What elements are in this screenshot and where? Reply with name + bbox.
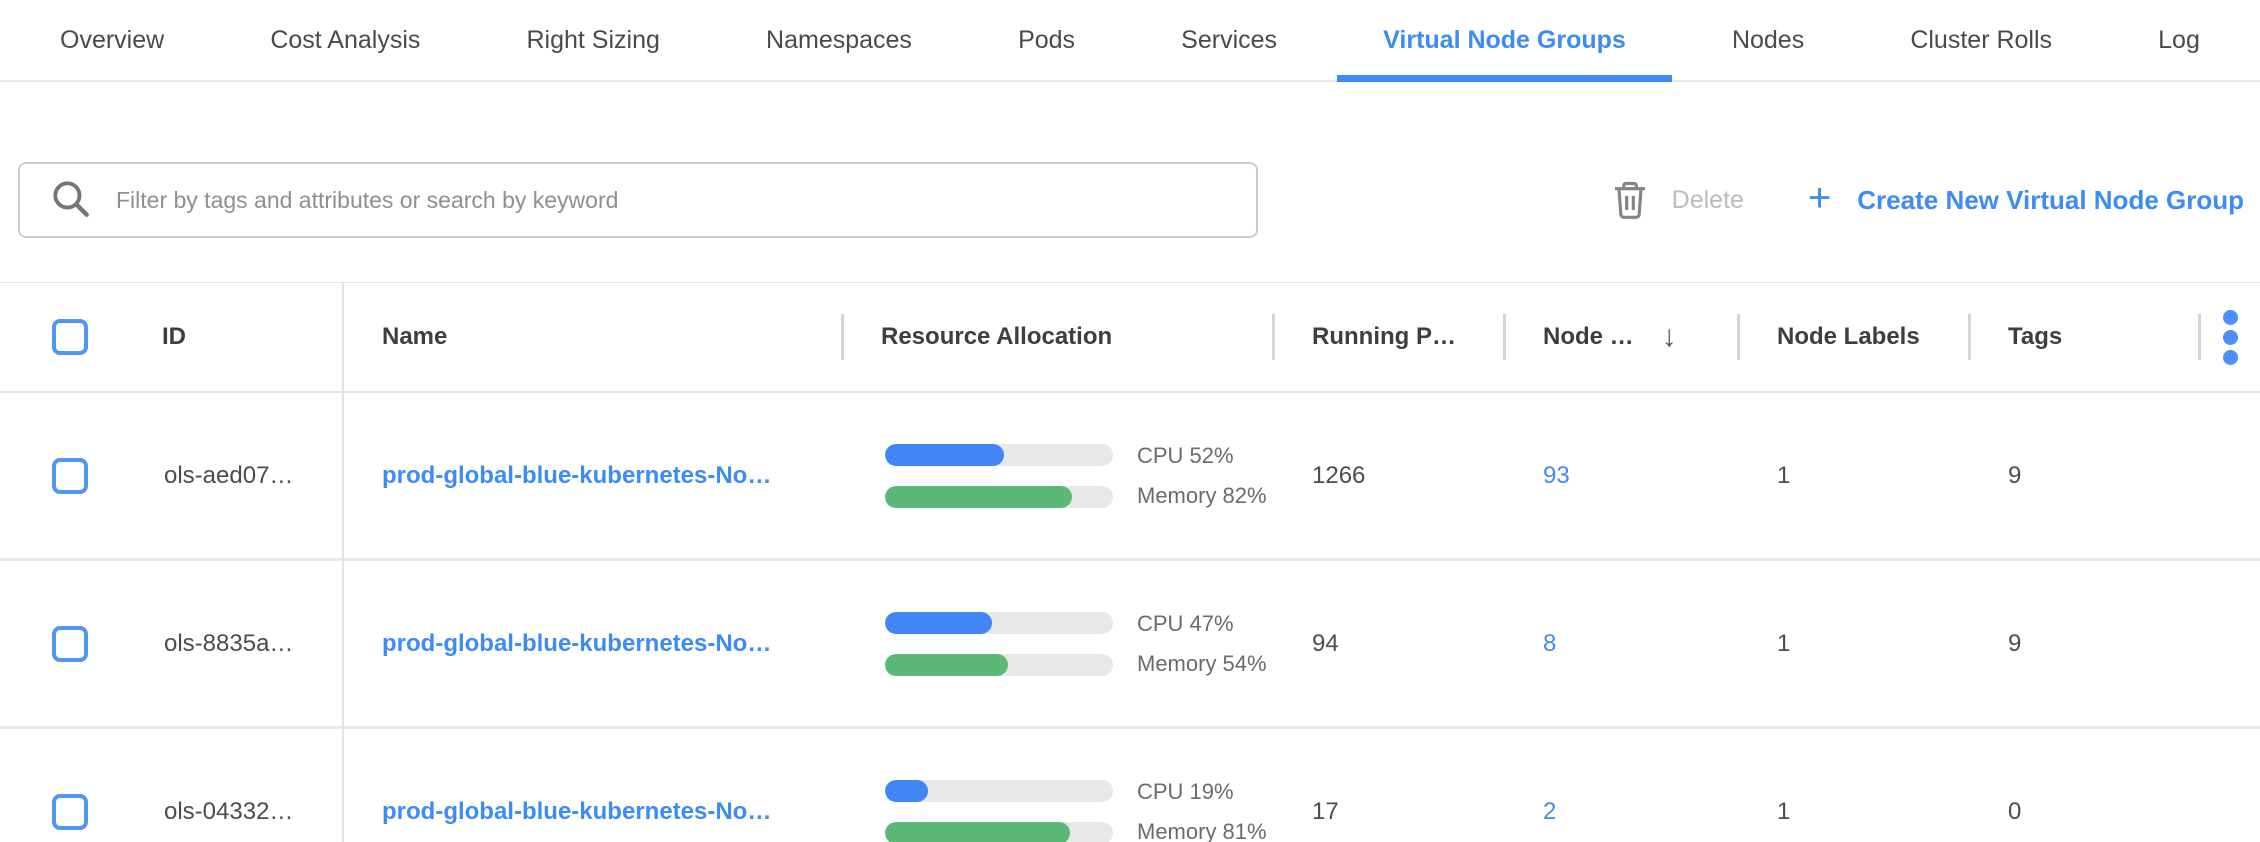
row-name-link[interactable]: prod-global-blue-kubernetes-No…	[382, 462, 771, 489]
tab-cluster-rolls[interactable]: Cluster Rolls	[1864, 0, 2098, 80]
running-pods-value: 17	[1312, 798, 1339, 825]
toolbar: Delete + Create New Virtual Node Group	[0, 162, 2260, 238]
cpu-bar-fill	[885, 444, 1004, 466]
select-all-checkbox[interactable]	[52, 319, 88, 355]
tab-cost-analysis[interactable]: Cost Analysis	[224, 0, 466, 80]
delete-button[interactable]: Delete	[1610, 178, 1744, 222]
row-name-link[interactable]: prod-global-blue-kubernetes-No…	[382, 798, 771, 825]
cpu-bar-track	[885, 780, 1113, 802]
resource-allocation-cell: CPU 19% Memory 81%	[843, 780, 1274, 842]
header-checkbox-cell	[0, 283, 110, 391]
delete-label: Delete	[1672, 186, 1744, 215]
header-name[interactable]: Name	[342, 283, 843, 391]
running-pods-value: 94	[1312, 630, 1339, 657]
header-running-pods[interactable]: Running P…	[1274, 283, 1505, 391]
tab-services[interactable]: Services	[1135, 0, 1323, 80]
header-menu-cell	[2200, 283, 2260, 391]
header-id[interactable]: ID	[110, 283, 342, 391]
cpu-label: CPU 47%	[1137, 613, 1267, 635]
memory-label: Memory 82%	[1137, 485, 1267, 507]
row-checkbox[interactable]	[52, 626, 88, 662]
resource-allocation-cell: CPU 47% Memory 54%	[843, 612, 1274, 676]
create-label: Create New Virtual Node Group	[1857, 185, 2244, 216]
filter-input[interactable]	[18, 162, 1258, 238]
resource-allocation-cell: CPU 52% Memory 82%	[843, 444, 1274, 508]
tab-namespaces[interactable]: Namespaces	[720, 0, 958, 80]
tags-value: 9	[2008, 462, 2021, 489]
table-body: ols-aed07… prod-global-blue-kubernetes-N…	[0, 393, 2260, 842]
running-pods-value: 1266	[1312, 462, 1365, 489]
virtual-node-groups-page: OverviewCost AnalysisRight SizingNamespa…	[0, 0, 2260, 842]
virtual-node-groups-table: ID Name Resource Allocation Running P… N…	[0, 282, 2260, 842]
memory-bar-track	[885, 486, 1113, 508]
filter-search-box	[18, 162, 1258, 238]
header-node-labels[interactable]: Node Labels	[1739, 283, 1970, 391]
column-settings-kebab-icon[interactable]	[2223, 310, 2238, 365]
memory-bar-track	[885, 654, 1113, 676]
cpu-bar-fill	[885, 612, 992, 634]
tags-value: 0	[2008, 798, 2021, 825]
table-row: ols-8835a… prod-global-blue-kubernetes-N…	[0, 561, 2260, 729]
header-tags[interactable]: Tags	[1970, 283, 2200, 391]
node-labels-value: 1	[1777, 798, 1790, 825]
nodes-count-link[interactable]: 93	[1543, 462, 1570, 489]
header-nodes[interactable]: Node … ↓	[1505, 283, 1739, 391]
trash-icon	[1610, 178, 1650, 222]
tab-nodes[interactable]: Nodes	[1686, 0, 1850, 80]
tab-virtual-node-groups[interactable]: Virtual Node Groups	[1337, 0, 1672, 80]
table-header-row: ID Name Resource Allocation Running P… N…	[0, 283, 2260, 393]
row-checkbox[interactable]	[52, 794, 88, 830]
row-checkbox[interactable]	[52, 458, 88, 494]
node-labels-value: 1	[1777, 462, 1790, 489]
tab-overview[interactable]: Overview	[14, 0, 210, 80]
cpu-label: CPU 19%	[1137, 781, 1267, 803]
memory-bar-track	[885, 822, 1113, 842]
cpu-bar-track	[885, 444, 1113, 466]
create-virtual-node-group-button[interactable]: + Create New Virtual Node Group	[1808, 180, 2244, 220]
tags-value: 9	[2008, 630, 2021, 657]
memory-label: Memory 81%	[1137, 821, 1267, 842]
tab-bar: OverviewCost AnalysisRight SizingNamespa…	[0, 0, 2260, 82]
tab-log[interactable]: Log	[2112, 0, 2246, 80]
node-labels-value: 1	[1777, 630, 1790, 657]
memory-bar-fill	[885, 822, 1070, 842]
row-name-link[interactable]: prod-global-blue-kubernetes-No…	[382, 630, 771, 657]
memory-label: Memory 54%	[1137, 653, 1267, 675]
row-id: ols-aed07…	[164, 462, 293, 489]
cpu-bar-fill	[885, 780, 928, 802]
cpu-label: CPU 52%	[1137, 445, 1267, 467]
row-id: ols-8835a…	[164, 630, 293, 657]
header-resource-allocation[interactable]: Resource Allocation	[843, 283, 1274, 391]
nodes-count-link[interactable]: 2	[1543, 798, 1556, 825]
cpu-bar-track	[885, 612, 1113, 634]
sort-descending-icon[interactable]: ↓	[1662, 320, 1677, 354]
memory-bar-fill	[885, 486, 1072, 508]
memory-bar-fill	[885, 654, 1008, 676]
table-row: ols-aed07… prod-global-blue-kubernetes-N…	[0, 393, 2260, 561]
table-row: ols-04332… prod-global-blue-kubernetes-N…	[0, 729, 2260, 842]
row-id: ols-04332…	[164, 798, 293, 825]
tab-right-sizing[interactable]: Right Sizing	[481, 0, 706, 80]
plus-icon: +	[1808, 178, 1831, 218]
search-icon	[50, 178, 94, 222]
toolbar-actions: Delete + Create New Virtual Node Group	[1610, 178, 2244, 222]
nodes-count-link[interactable]: 8	[1543, 630, 1556, 657]
tab-pods[interactable]: Pods	[972, 0, 1121, 80]
